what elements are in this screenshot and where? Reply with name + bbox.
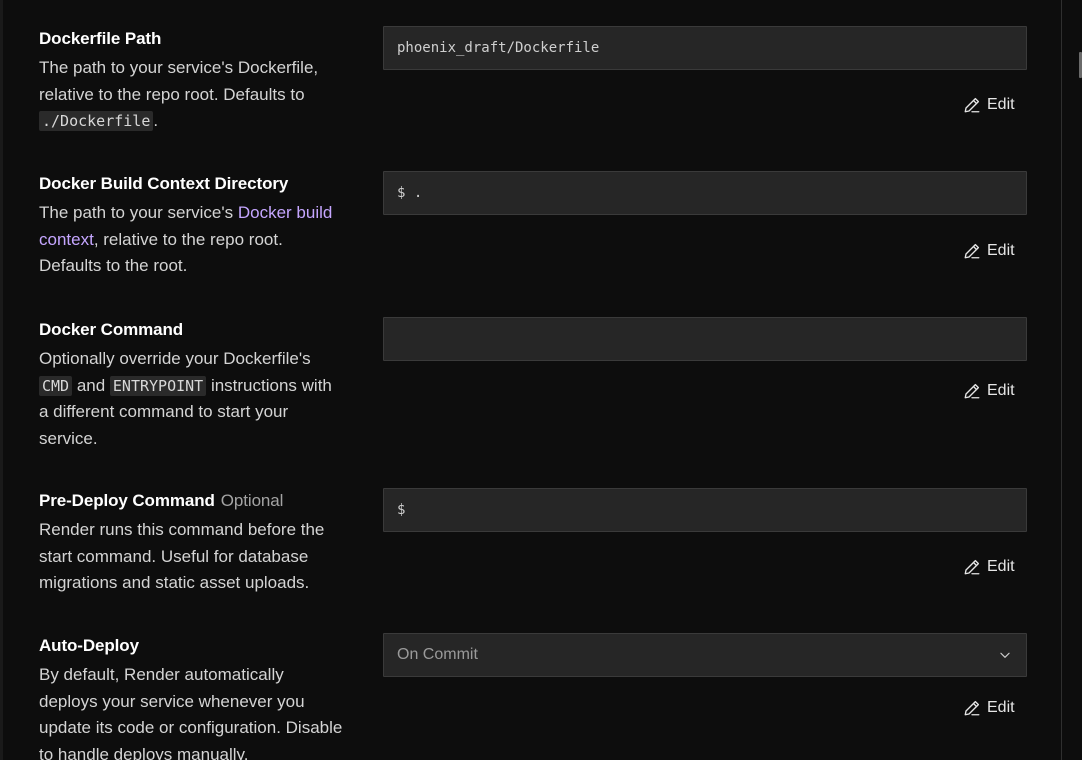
auto-deploy-section: Auto-Deploy By default, Render automatic… xyxy=(0,633,1062,760)
docker-command-description: Optionally override your Dockerfile's CM… xyxy=(39,349,332,448)
auto-deploy-select[interactable]: On Commit xyxy=(383,633,1027,677)
dockerfile-path-section: Dockerfile Path The path to your service… xyxy=(0,26,1062,148)
docker-command-section: Docker Command Optionally override your … xyxy=(0,317,1062,459)
dockerfile-path-edit-button[interactable]: Edit xyxy=(963,94,1015,116)
build-context-edit-button[interactable]: Edit xyxy=(963,240,1015,262)
auto-deploy-label-group: Auto-Deploy By default, Render automatic… xyxy=(39,635,344,760)
edit-button-label: Edit xyxy=(987,242,1015,259)
pre-deploy-edit-button[interactable]: Edit xyxy=(963,556,1015,578)
dockerfile-default-code: ./Dockerfile xyxy=(39,111,154,131)
chevron-down-icon xyxy=(1000,652,1010,658)
dockerfile-path-field[interactable]: phoenix_draft/Dockerfile xyxy=(383,26,1027,70)
auto-deploy-edit-button[interactable]: Edit xyxy=(963,697,1015,719)
pencil-icon xyxy=(964,97,980,113)
dockerfile-path-description: The path to your service's Dockerfile, r… xyxy=(39,58,319,131)
pre-deploy-value: $ xyxy=(397,502,406,518)
pre-deploy-field[interactable]: $ xyxy=(383,488,1027,532)
pre-deploy-label-group: Pre-Deploy Command Optional Render runs t… xyxy=(39,490,344,597)
edit-button-label: Edit xyxy=(987,382,1015,399)
dockerfile-path-value: phoenix_draft/Dockerfile xyxy=(397,40,600,56)
build-context-title: Docker Build Context Directory xyxy=(39,174,289,193)
pre-deploy-description: Render runs this command before the star… xyxy=(39,520,325,592)
edit-button-label: Edit xyxy=(987,558,1015,575)
build-context-description: The path to your service's Docker build … xyxy=(39,203,333,275)
pre-deploy-title: Pre-Deploy Command xyxy=(39,491,215,510)
docker-command-edit-button[interactable]: Edit xyxy=(963,380,1015,402)
optional-tag: Optional xyxy=(220,491,284,510)
build-context-value: $ . xyxy=(397,185,423,201)
auto-deploy-selected-value: On Commit xyxy=(397,646,478,663)
docker-command-title: Docker Command xyxy=(39,320,184,339)
build-context-field[interactable]: $ . xyxy=(383,171,1027,215)
pencil-icon xyxy=(964,383,980,399)
cmd-code: CMD xyxy=(39,375,73,396)
auto-deploy-title: Auto-Deploy xyxy=(39,636,139,655)
dockerfile-path-title: Dockerfile Path xyxy=(39,29,162,48)
entrypoint-code: ENTRYPOINT xyxy=(109,375,207,396)
pencil-icon xyxy=(964,243,980,259)
edit-button-label: Edit xyxy=(987,699,1015,716)
docker-command-label-group: Docker Command Optionally override your … xyxy=(39,319,344,452)
build-context-label-group: Docker Build Context Directory The path … xyxy=(39,173,344,280)
edit-button-label: Edit xyxy=(987,96,1015,113)
auto-deploy-description: By default, Render automatically deploys… xyxy=(39,665,343,760)
docker-command-field[interactable] xyxy=(383,317,1027,361)
pencil-icon xyxy=(964,700,980,716)
dockerfile-path-label-group: Dockerfile Path The path to your service… xyxy=(39,28,344,135)
pre-deploy-title-row: Pre-Deploy Command Optional xyxy=(39,490,344,512)
pencil-icon xyxy=(964,559,980,575)
build-context-section: Docker Build Context Directory The path … xyxy=(0,171,1062,293)
pre-deploy-section: Pre-Deploy Command Optional Render runs t… xyxy=(0,488,1062,610)
